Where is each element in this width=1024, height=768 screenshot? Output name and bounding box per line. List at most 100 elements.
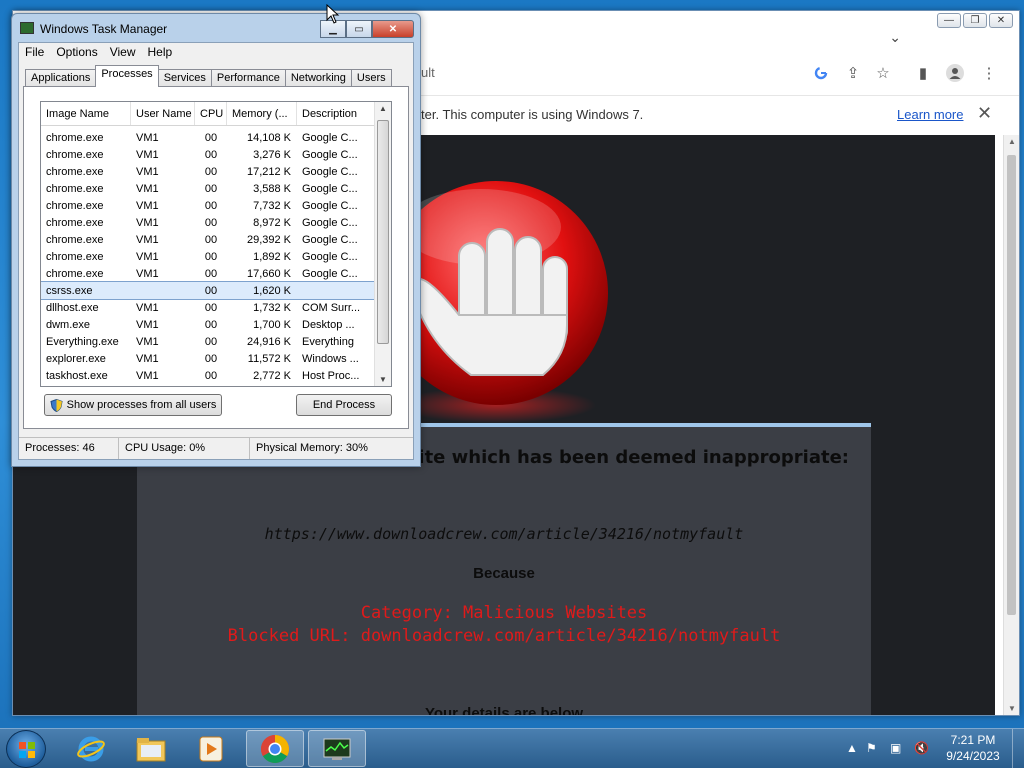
process-user-name: VM1: [136, 148, 159, 161]
process-image-name: chrome.exe: [46, 182, 104, 195]
close-button[interactable]: ✕: [989, 13, 1013, 28]
process-row[interactable]: Everything.exe VM1 00 24,916 K Everything: [41, 333, 375, 350]
scroll-thumb[interactable]: [1007, 155, 1016, 615]
process-row[interactable]: chrome.exe VM1 00 14,108 K Google C...: [41, 129, 375, 146]
process-cpu: 00: [204, 335, 218, 348]
process-cpu: 00: [204, 250, 218, 263]
process-user-name: VM1: [136, 233, 159, 246]
network-icon[interactable]: ▣: [890, 741, 901, 755]
window-title: Windows Task Manager: [40, 22, 168, 36]
taskbar-file-explorer[interactable]: [122, 730, 180, 767]
clock-time[interactable]: 7:21 PM: [938, 733, 1008, 747]
process-cpu: 00: [204, 301, 218, 314]
column-memory[interactable]: Memory (...: [227, 102, 297, 125]
process-row[interactable]: taskhost.exe VM1 00 2,772 K Host Proc...: [41, 367, 375, 384]
process-row[interactable]: chrome.exe VM1 00 8,972 K Google C...: [41, 214, 375, 231]
tab-networking[interactable]: Networking: [284, 69, 352, 87]
process-cpu: 00: [204, 267, 218, 280]
process-row[interactable]: chrome.exe VM1 00 1,892 K Google C...: [41, 248, 375, 265]
learn-more-link[interactable]: Learn more: [897, 107, 963, 122]
column-cpu[interactable]: CPU: [195, 102, 227, 125]
process-row[interactable]: explorer.exe VM1 00 11,572 K Windows ...: [41, 350, 375, 367]
close-button[interactable]: ✕: [372, 20, 414, 38]
task-manager-body: File Options View Help Applications Proc…: [18, 42, 414, 460]
clock-date[interactable]: 9/24/2023: [938, 749, 1008, 763]
chrome-icon: [261, 734, 289, 763]
process-memory: 1,620 K: [253, 284, 291, 297]
maximize-button[interactable]: ▭: [346, 20, 372, 38]
folder-icon: [136, 737, 166, 761]
show-desktop-button[interactable]: [1012, 729, 1024, 768]
process-description: Google C...: [302, 131, 358, 144]
process-user-name: VM1: [136, 267, 159, 280]
tab-users[interactable]: Users: [350, 69, 392, 87]
tab-search-chevron-icon[interactable]: ⌄: [889, 29, 901, 46]
menu-help[interactable]: Help: [142, 43, 179, 61]
scroll-up-icon[interactable]: ▲: [375, 104, 391, 113]
scroll-up-icon[interactable]: ▲: [1004, 137, 1020, 146]
task-manager-titlebar[interactable]: Windows Task Manager ▁ ▭ ✕: [12, 14, 420, 42]
taskbar-chrome[interactable]: [246, 730, 304, 767]
taskbar-media-player[interactable]: [182, 730, 240, 767]
process-user-name: VM1: [136, 335, 159, 348]
process-user-name: VM1: [136, 369, 159, 382]
tab-processes[interactable]: Processes: [95, 65, 159, 87]
process-memory: 29,392 K: [246, 233, 291, 246]
address-bar[interactable]: ult: [421, 65, 435, 80]
profile-avatar-icon[interactable]: [945, 63, 965, 83]
column-image-name[interactable]: Image Name: [41, 102, 131, 125]
show-all-processes-button[interactable]: Show processes from all users: [44, 394, 222, 416]
volume-muted-icon[interactable]: 🔇: [914, 741, 929, 755]
process-cpu: 00: [204, 165, 218, 178]
process-memory: 2,772 K: [253, 369, 291, 382]
process-row[interactable]: chrome.exe VM1 00 3,588 K Google C...: [41, 180, 375, 197]
taskbar-task-manager[interactable]: [308, 730, 366, 767]
page-scrollbar[interactable]: ▲ ▼: [1003, 135, 1019, 715]
share-icon[interactable]: ⇪: [843, 63, 863, 83]
tab-applications[interactable]: Applications: [25, 69, 97, 87]
bookmark-star-icon[interactable]: ☆: [873, 63, 893, 83]
tab-performance[interactable]: Performance: [210, 69, 286, 87]
infobar-close-icon[interactable]: ✕: [977, 103, 992, 124]
process-row[interactable]: chrome.exe VM1 00 3,276 K Google C...: [41, 146, 375, 163]
start-button[interactable]: [6, 730, 46, 768]
process-row[interactable]: chrome.exe VM1 00 7,732 K Google C...: [41, 197, 375, 214]
tab-services[interactable]: Services: [157, 69, 212, 87]
menu-file[interactable]: File: [19, 43, 50, 61]
process-rows: chrome.exe VM1 00 14,108 K Google C... chrome…: [41, 129, 376, 384]
google-icon[interactable]: [811, 63, 831, 83]
process-row[interactable]: csrss.exe 00 1,620 K: [41, 281, 376, 300]
column-description[interactable]: Description: [297, 102, 375, 125]
column-user-name[interactable]: User Name: [131, 102, 195, 125]
scroll-down-icon[interactable]: ▼: [375, 375, 391, 384]
scroll-down-icon[interactable]: ▼: [1004, 704, 1020, 713]
menu-view[interactable]: View: [104, 43, 142, 61]
process-row[interactable]: dwm.exe VM1 00 1,700 K Desktop ...: [41, 316, 375, 333]
blocked-url-text: https://www.downloadcrew.com/article/342…: [264, 525, 744, 543]
side-panel-icon[interactable]: ▮: [913, 63, 933, 83]
show-all-processes-label: Show processes from all users: [66, 399, 217, 411]
task-manager-window: Windows Task Manager ▁ ▭ ✕ File Options …: [11, 13, 421, 467]
menu-options[interactable]: Options: [50, 43, 103, 61]
taskbar-internet-explorer[interactable]: [62, 730, 120, 767]
end-process-button[interactable]: End Process: [296, 394, 392, 416]
process-list-scrollbar[interactable]: ▲ ▼: [374, 102, 391, 386]
process-row[interactable]: chrome.exe VM1 00 17,660 K Google C...: [41, 265, 375, 282]
minimize-button[interactable]: —: [937, 13, 961, 28]
process-description: Google C...: [302, 199, 358, 212]
scroll-thumb[interactable]: [377, 120, 389, 344]
process-row[interactable]: dllhost.exe VM1 00 1,732 K COM Surr...: [41, 299, 375, 316]
show-hidden-icons[interactable]: ▲: [846, 741, 858, 755]
menu-kebab-icon[interactable]: ⋮: [979, 63, 999, 83]
process-image-name: chrome.exe: [46, 199, 104, 212]
process-user-name: VM1: [136, 199, 159, 212]
process-cpu: 00: [204, 352, 218, 365]
process-memory: 3,276 K: [253, 148, 291, 161]
action-center-flag-icon[interactable]: ⚑: [866, 741, 877, 755]
process-memory: 1,892 K: [253, 250, 291, 263]
process-row[interactable]: chrome.exe VM1 00 17,212 K Google C...: [41, 163, 375, 180]
maximize-button[interactable]: ❐: [963, 13, 987, 28]
process-list[interactable]: Image Name User Name CPU Memory (... Des…: [40, 101, 392, 387]
process-row[interactable]: chrome.exe VM1 00 29,392 K Google C...: [41, 231, 375, 248]
process-description: Everything: [302, 335, 354, 348]
